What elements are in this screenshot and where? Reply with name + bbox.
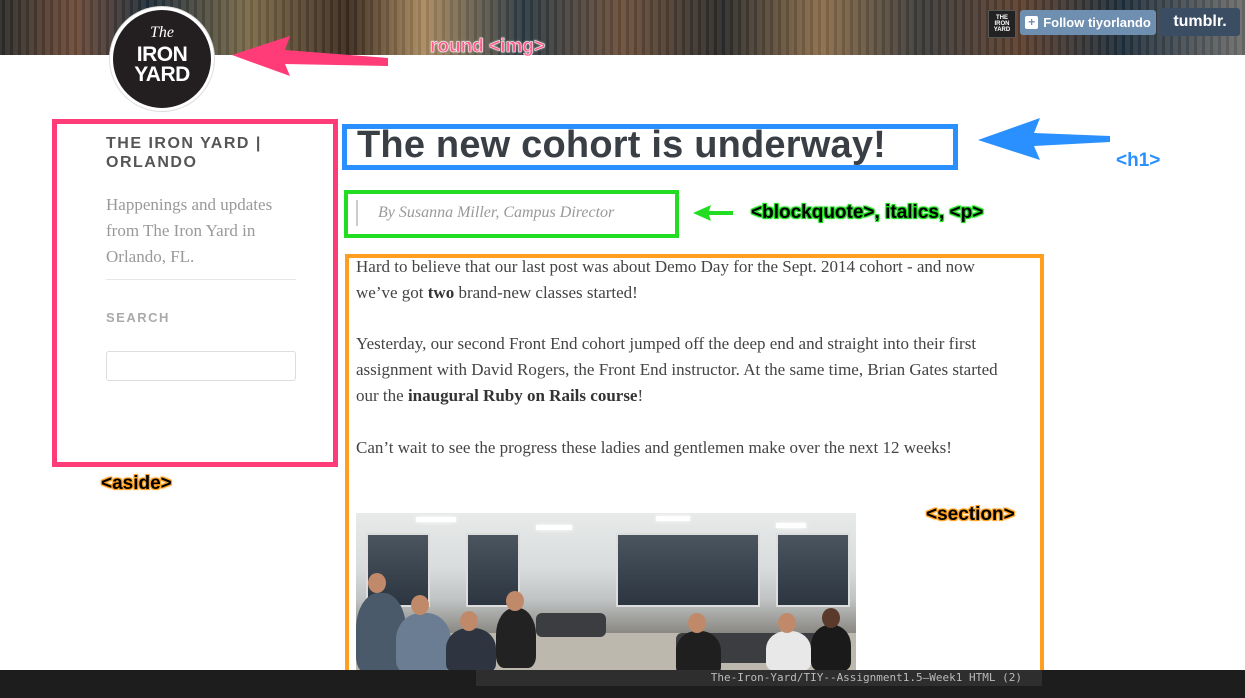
person-head [506, 591, 524, 611]
ceiling-light [656, 516, 690, 521]
status-bar: The-Iron-Yard/TIY--Assignment1.5—Week1 H… [476, 670, 1042, 686]
ceiling-light [536, 525, 572, 530]
tumblr-logo[interactable]: tumblr. [1160, 8, 1240, 36]
post-paragraph-3: Can’t wait to see the progress these lad… [356, 438, 952, 457]
ceiling-light [416, 517, 456, 522]
ceiling-light [776, 523, 806, 528]
follow-label: Follow tiyorlando [1043, 15, 1151, 30]
blue-arrow-icon [978, 118, 1110, 160]
search-input[interactable] [106, 351, 296, 381]
person [446, 628, 496, 671]
person-head [460, 611, 478, 631]
p1-text-b: brand-new classes started! [454, 283, 638, 302]
annotation-round-img: round <img> [430, 36, 546, 58]
post-title: The new cohort is underway! [357, 124, 887, 166]
cohort-photo[interactable] [356, 513, 856, 671]
tumblr-avatar[interactable]: THE IRON YARD [988, 10, 1016, 38]
iron-yard-logo[interactable]: The IRON YARD [110, 7, 214, 111]
tumblr-avatar-text: THE IRON YARD [993, 15, 1011, 33]
post-paragraph-1: Hard to believe that our last post was a… [356, 254, 1006, 306]
person [396, 613, 451, 671]
p2-bold: inaugural Ruby on Rails course [407, 386, 638, 405]
sidebar-divider [106, 279, 296, 280]
follow-button[interactable]: + Follow tiyorlando [1020, 10, 1156, 35]
green-arrow-icon [693, 205, 733, 221]
blockquote-bar [356, 200, 358, 226]
post-byline: By Susanna Miller, Campus Director [378, 204, 615, 221]
annotation-blockquote: <blockquote>, italics, <p> [751, 202, 984, 223]
person-head [411, 595, 429, 615]
person [811, 625, 851, 671]
annotation-h1: <h1> [1116, 150, 1161, 171]
couch [536, 613, 606, 637]
site-title[interactable]: THE IRON YARD | ORLANDO [106, 134, 296, 172]
person-head [368, 573, 386, 593]
p2-text-b: ! [637, 386, 644, 405]
annotation-aside: <aside> [101, 473, 172, 494]
window [616, 533, 760, 607]
window [776, 533, 850, 607]
person [496, 608, 536, 668]
plus-icon: + [1025, 16, 1039, 29]
site-description: Happenings and updates from The Iron Yar… [106, 195, 273, 266]
post-paragraph-2: Yesterday, our second Front End cohort j… [356, 331, 1006, 409]
person-head [822, 608, 840, 628]
person [766, 631, 811, 671]
logo-line-yard: YARD [134, 63, 190, 86]
person-head [778, 613, 796, 633]
person [676, 631, 721, 671]
person-head [688, 613, 706, 633]
search-label: SEARCH [106, 310, 170, 325]
logo-line-the: The [150, 24, 174, 41]
p1-bold: two [427, 283, 455, 302]
